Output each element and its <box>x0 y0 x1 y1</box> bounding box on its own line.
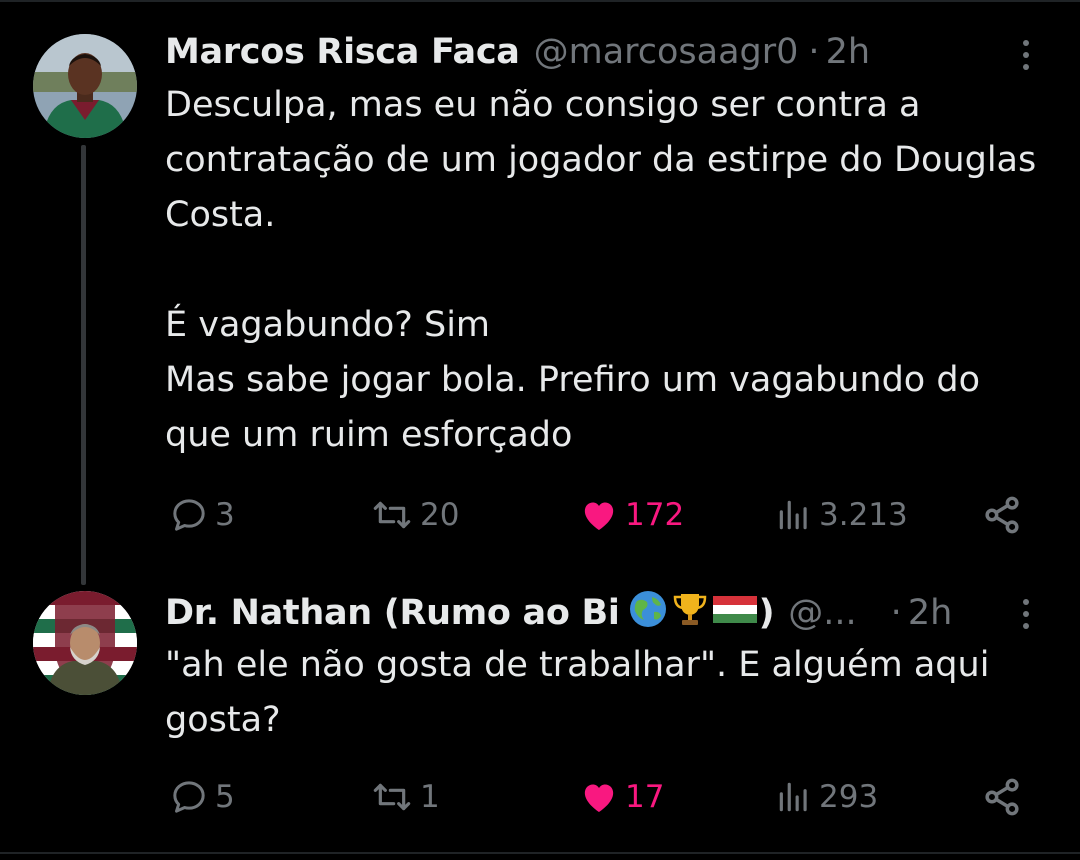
reply-count: 3 <box>215 497 235 533</box>
hungary-flag-icon <box>712 589 758 638</box>
separator-dot: · <box>808 32 820 72</box>
tweet-text: Desculpa, mas eu não consigo ser contra … <box>165 85 1037 455</box>
heart-icon <box>579 777 619 817</box>
reply-button[interactable]: 3 <box>169 490 235 540</box>
top-divider <box>0 0 1080 2</box>
like-button[interactable]: 17 <box>579 772 664 822</box>
reply-icon <box>169 777 209 817</box>
avatar-photo <box>33 34 137 138</box>
repost-icon <box>370 495 414 535</box>
bar-chart-icon <box>775 495 813 535</box>
views-button[interactable]: 3.213 <box>775 490 908 540</box>
heart-icon <box>579 495 619 535</box>
tweet-actions: 5 1 17 293 <box>165 772 1045 822</box>
globe-icon <box>628 589 668 638</box>
like-button[interactable]: 172 <box>579 490 684 540</box>
author-handle[interactable]: @marcosaagr0 <box>534 32 799 72</box>
repost-icon <box>370 777 414 817</box>
views-button[interactable]: 293 <box>775 772 878 822</box>
view-count: 293 <box>819 779 879 815</box>
reply-icon <box>169 495 209 535</box>
like-count: 17 <box>625 779 665 815</box>
trophy-icon <box>670 589 710 638</box>
more-options-icon[interactable] <box>1016 594 1036 634</box>
bottom-divider <box>0 852 1080 854</box>
repost-button[interactable]: 1 <box>370 772 440 822</box>
repost-count: 1 <box>420 779 440 815</box>
thread-connector-line <box>81 145 86 585</box>
timestamp[interactable]: 2h <box>826 32 870 72</box>
author-name[interactable]: Marcos Risca Faca <box>165 32 520 72</box>
reply-count: 5 <box>215 779 235 815</box>
tweet-actions: 3 20 172 3.213 <box>165 490 1045 540</box>
reply-button[interactable]: 5 <box>169 772 235 822</box>
like-count: 172 <box>625 497 685 533</box>
author-name[interactable]: Dr. Nathan (Rumo ao Bi <box>165 593 620 633</box>
avatar[interactable] <box>33 34 137 138</box>
author-name-suffix: ) <box>758 593 775 633</box>
tweet-text: "ah ele não gosta de trabalhar". E algué… <box>165 645 990 740</box>
repost-button[interactable]: 20 <box>370 490 459 540</box>
timestamp[interactable]: 2h <box>908 593 952 633</box>
author-handle[interactable]: @... <box>788 593 856 633</box>
avatar[interactable] <box>33 591 137 695</box>
share-icon <box>980 493 1024 537</box>
more-options-icon[interactable] <box>1016 35 1036 75</box>
separator-dot: · <box>890 593 902 633</box>
share-button[interactable] <box>980 490 1024 540</box>
tweet-header: Dr. Nathan (Rumo ao Bi ) @... · 2h <box>165 589 952 638</box>
avatar-photo <box>33 591 137 695</box>
share-icon <box>980 775 1024 819</box>
tweet-header: Marcos Risca Faca @marcosaagr0 · 2h <box>165 30 870 74</box>
repost-count: 20 <box>420 497 460 533</box>
view-count: 3.213 <box>819 497 908 533</box>
bar-chart-icon <box>775 777 813 817</box>
share-button[interactable] <box>980 772 1024 822</box>
